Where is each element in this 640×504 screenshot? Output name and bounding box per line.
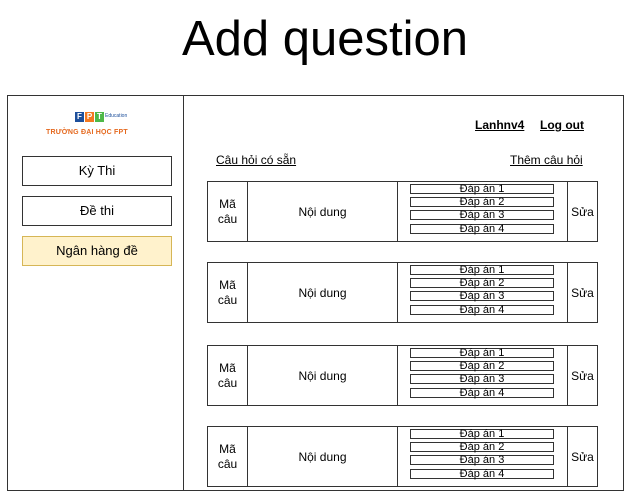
edit-question-button[interactable]: Sửa xyxy=(568,263,597,322)
answer-option[interactable]: Đáp án 4 xyxy=(410,305,554,316)
sidebar-item-ngan-hang-de[interactable]: Ngân hàng đề xyxy=(22,236,172,266)
question-row: Mã câu Nội dung Đáp án 1 Đáp án 2 Đáp án … xyxy=(207,262,598,323)
logo-school-name: TRƯỜNG ĐẠI HỌC FPT xyxy=(46,129,128,136)
answer-option[interactable]: Đáp án 1 xyxy=(410,348,554,359)
question-id: Mã câu xyxy=(208,427,248,486)
answer-option[interactable]: Đáp án 2 xyxy=(410,442,554,453)
edit-question-button[interactable]: Sửa xyxy=(568,346,597,405)
question-id: Mã câu xyxy=(208,263,248,322)
user-link[interactable]: Lanhnv4 xyxy=(475,118,524,132)
answer-option[interactable]: Đáp án 3 xyxy=(410,455,554,466)
answer-list: Đáp án 1 Đáp án 2 Đáp án 3 Đáp án 4 xyxy=(398,346,568,405)
question-row: Mã câu Nội dung Đáp án 1 Đáp án 2 Đáp án … xyxy=(207,181,598,242)
sidebar-item-de-thi[interactable]: Đề thi xyxy=(22,196,172,226)
answer-option[interactable]: Đáp án 4 xyxy=(410,224,554,235)
edit-question-button[interactable]: Sửa xyxy=(568,182,597,241)
page-title: Add question xyxy=(181,12,469,66)
question-content: Nội dung xyxy=(248,346,398,405)
logout-link[interactable]: Log out xyxy=(540,118,584,132)
edit-question-button[interactable]: Sửa xyxy=(568,427,597,486)
question-id: Mã câu xyxy=(208,182,248,241)
answer-option[interactable]: Đáp án 4 xyxy=(410,388,554,399)
answer-option[interactable]: Đáp án 4 xyxy=(410,469,554,480)
answer-option[interactable]: Đáp án 3 xyxy=(410,374,554,385)
answer-option[interactable]: Đáp án 3 xyxy=(410,291,554,302)
answer-list: Đáp án 1 Đáp án 2 Đáp án 3 Đáp án 4 xyxy=(398,263,568,322)
answer-option[interactable]: Đáp án 2 xyxy=(410,278,554,289)
answer-list: Đáp án 1 Đáp án 2 Đáp án 3 Đáp án 4 xyxy=(398,182,568,241)
answer-option[interactable]: Đáp án 1 xyxy=(410,429,554,440)
question-content: Nội dung xyxy=(248,182,398,241)
answer-option[interactable]: Đáp án 1 xyxy=(410,265,554,276)
answer-option[interactable]: Đáp án 2 xyxy=(410,361,554,372)
app-frame: F P T Education TRƯỜNG ĐẠI HỌC FPT Kỳ Th… xyxy=(7,95,624,491)
fpt-logo: F P T Education TRƯỜNG ĐẠI HỌC FPT xyxy=(46,111,156,141)
answer-list: Đáp án 1 Đáp án 2 Đáp án 3 Đáp án 4 xyxy=(398,427,568,486)
question-row: Mã câu Nội dung Đáp án 1 Đáp án 2 Đáp án … xyxy=(207,345,598,406)
answer-option[interactable]: Đáp án 3 xyxy=(410,210,554,221)
sidebar: F P T Education TRƯỜNG ĐẠI HỌC FPT Kỳ Th… xyxy=(8,96,184,490)
answer-option[interactable]: Đáp án 2 xyxy=(410,197,554,208)
sidebar-item-ky-thi[interactable]: Kỳ Thi xyxy=(22,156,172,186)
question-content: Nội dung xyxy=(248,263,398,322)
answer-option[interactable]: Đáp án 1 xyxy=(410,184,554,195)
question-id: Mã câu xyxy=(208,346,248,405)
question-row: Mã câu Nội dung Đáp án 1 Đáp án 2 Đáp án … xyxy=(207,426,598,487)
logo-education-text: Education xyxy=(105,113,128,119)
add-question-link[interactable]: Thêm câu hỏi xyxy=(510,153,583,167)
fpt-logo-mark: F P T xyxy=(75,112,104,122)
question-bank-link[interactable]: Câu hỏi có sẵn xyxy=(216,153,296,167)
question-content: Nội dung xyxy=(248,427,398,486)
